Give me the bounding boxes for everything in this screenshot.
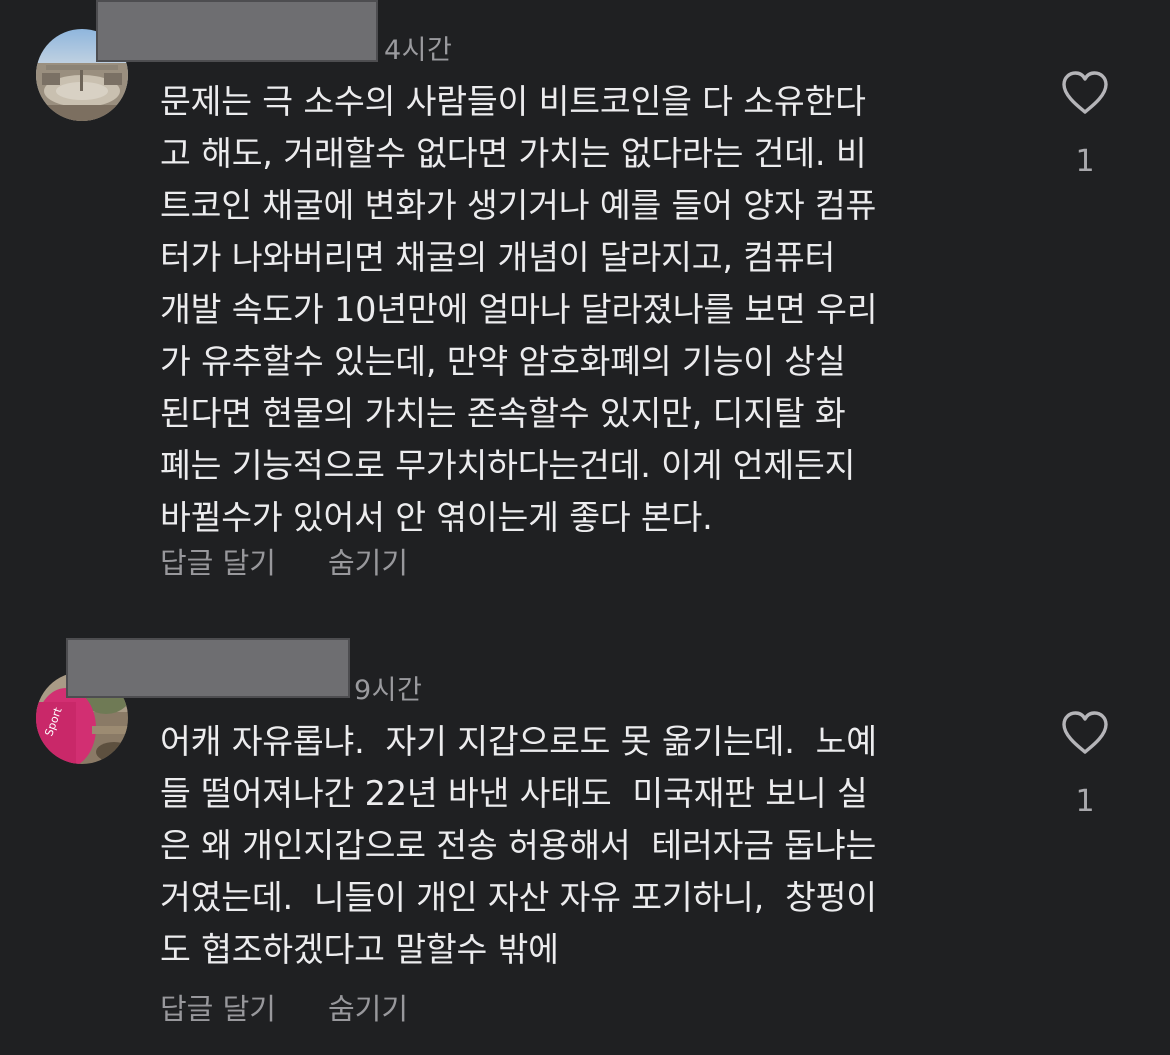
comment-timestamp: 9시간 <box>354 675 423 706</box>
comment-actions: 답글 달기 숨기기 <box>160 540 408 582</box>
reply-button[interactable]: 답글 달기 <box>160 540 276 582</box>
like-button[interactable] <box>1050 710 1120 760</box>
heart-outline-icon <box>1062 71 1108 114</box>
comment-actions: 답글 달기 숨기기 <box>160 986 408 1028</box>
comment-text: 어캐 자유롭냐. 자기 지갑으로도 못 옮기는데. 노예 들 떨어져나간 22년… <box>160 722 877 969</box>
avatar-image: Sport <box>36 672 128 764</box>
hide-button[interactable]: 숨기기 <box>328 986 408 1028</box>
hide-button[interactable]: 숨기기 <box>328 540 408 582</box>
comment-timestamp: 4시간 <box>384 35 453 66</box>
heart-outline-icon <box>1062 711 1108 754</box>
like-button[interactable] <box>1050 70 1120 120</box>
reply-button[interactable]: 답글 달기 <box>160 986 276 1028</box>
comment-1: 4시간 문제는 극 소수의 사람들이 비트코인을 다 소유한다 고 해도, 거래… <box>0 0 1170 600</box>
like-count: 1 <box>1075 784 1095 819</box>
comment-text: 문제는 극 소수의 사람들이 비트코인을 다 소유한다 고 해도, 거래할수 없… <box>160 82 878 537</box>
user-avatar[interactable]: Sport <box>36 672 128 764</box>
redacted-username <box>96 0 378 62</box>
like-count: 1 <box>1075 144 1095 179</box>
